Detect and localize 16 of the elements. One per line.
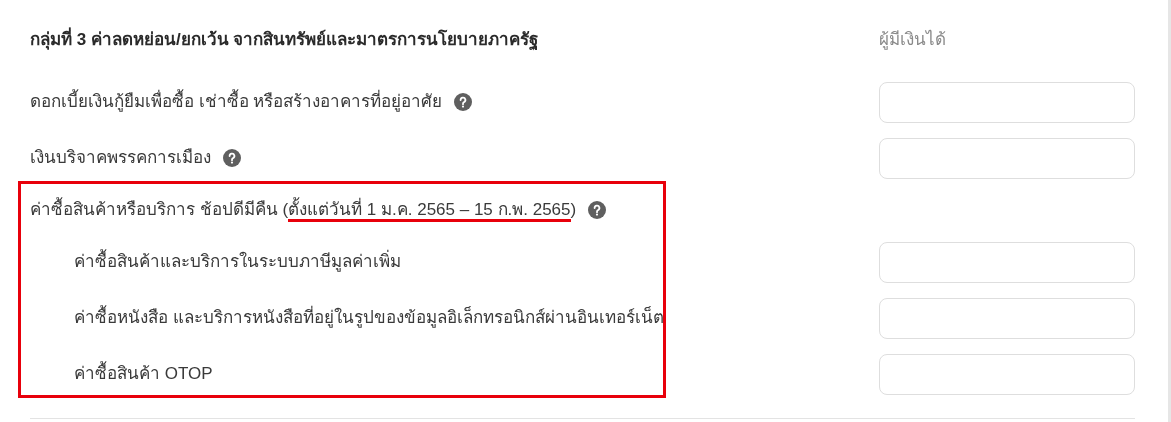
amount-input[interactable] <box>879 353 1135 395</box>
field-label: ค่าซื้อหนังสือ และบริการหนังสือที่อยู่ในรูปของข้อมูลอิเล็กทรอนิกส์ผ่านอินเทอร์เน็ต <box>74 305 664 331</box>
field-label: ค่าซื้อสินค้า OTOP <box>74 361 213 387</box>
amount-input[interactable] <box>879 137 1135 179</box>
help-icon[interactable] <box>588 201 607 219</box>
field-label: ดอกเบี้ยเงินกู้ยืมเพื่อซื้อ เช่าซื้อ หรือสร้างอาคารที่อยู่อาศัย <box>30 89 443 115</box>
column-heading: ผู้มีเงินได้ <box>879 28 947 52</box>
amount-input[interactable] <box>879 297 1135 339</box>
help-icon[interactable] <box>223 149 241 167</box>
field-label: ค่าซื้อสินค้าและบริการในระบบภาษีมูลค่าเพิ่ม <box>74 249 401 275</box>
amount-input[interactable] <box>879 81 1135 123</box>
help-icon[interactable] <box>454 93 473 111</box>
field-label: เงินบริจาคพรรคการเมือง <box>30 147 211 170</box>
amount-input[interactable] <box>879 241 1135 283</box>
section-title: กลุ่มที่ 3 ค่าลดหย่อน/ยกเว้น จากสินทรัพย์และมาตรการนโยบายภาครัฐ <box>30 27 879 53</box>
group-label: ค่าซื้อสินค้าหรือบริการ ช้อปดีมีคืน (ตั้งแต่วันที่ 1 ม.ค. 2565 – 15 ก.พ. 2565) <box>30 197 577 223</box>
